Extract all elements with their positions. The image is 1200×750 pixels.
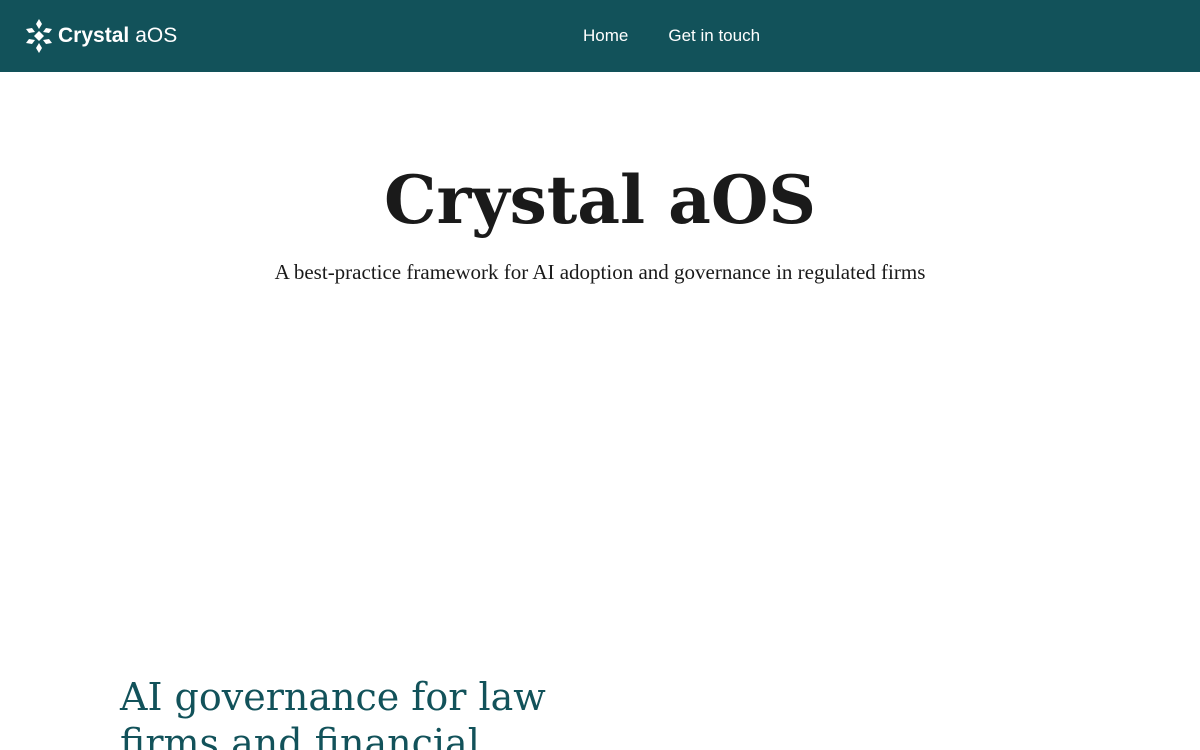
hero-subtitle: A best-practice framework for AI adoptio… [274, 260, 926, 284]
section-heading: AI governance for law firms and financia… [120, 675, 546, 750]
brand-name-light: aOS [135, 24, 178, 47]
hero-title: Crystal aOS [383, 161, 817, 239]
nav-link-home[interactable]: Home [583, 26, 628, 46]
brand-logo-link[interactable]: Crystal aOS [24, 18, 177, 54]
crystal-logo-icon [26, 19, 52, 53]
brand-name: Crystal aOS [58, 18, 177, 54]
top-navigation-bar: Crystal aOS Home Get in touch [0, 0, 1200, 72]
main-nav: Home Get in touch [583, 0, 760, 72]
brand-name-strong: Crystal [58, 24, 130, 47]
nav-link-get-in-touch[interactable]: Get in touch [668, 26, 760, 46]
